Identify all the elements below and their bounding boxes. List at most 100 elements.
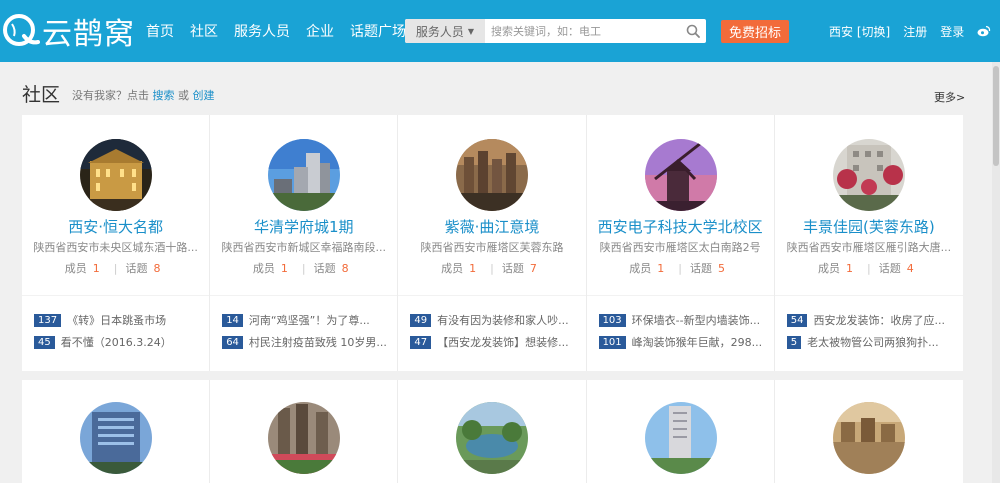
hint-or: 或: [178, 89, 189, 102]
topics-count: 7: [529, 262, 537, 275]
hint-text: 没有我家？点击: [72, 89, 149, 102]
topic-count-badge: 137: [34, 313, 62, 327]
nav-community[interactable]: 社区: [190, 21, 218, 41]
community-name[interactable]: 紫薇·曲江意境: [398, 216, 585, 237]
city-switch[interactable]: 西安 [切换]: [829, 23, 890, 40]
page-scrollbar[interactable]: [992, 62, 1000, 483]
topic-title[interactable]: 《转》日本跳蚤市场: [67, 313, 166, 327]
topic-item[interactable]: 49 有没有因为装修和家人吵...: [410, 313, 579, 327]
members-label: 成员: [441, 262, 464, 275]
search-bar: 服务人员 ▼: [405, 19, 706, 43]
community-photo[interactable]: [456, 139, 529, 211]
topic-title[interactable]: 峰淘装饰猴年巨献，298...: [632, 335, 763, 349]
topic-count-badge: 101: [598, 335, 626, 349]
community-card[interactable]: [587, 380, 775, 483]
nav-home[interactable]: 首页: [146, 21, 174, 41]
topic-title[interactable]: 西安龙发装饰：收房了应...: [813, 313, 945, 327]
topic-title[interactable]: 有没有因为装修和家人吵...: [437, 313, 569, 327]
community-card[interactable]: 西安·恒大名都 陕西省西安市未央区城东酒十路... 成员 1 | 话题 8 137 《转…: [22, 115, 211, 371]
members-count: 1: [469, 262, 477, 275]
logo[interactable]: 云鹊窝: [0, 12, 135, 52]
community-card[interactable]: [210, 380, 399, 483]
community-card[interactable]: 紫薇·曲江意境 陕西省西安市雁塔区芙蓉东路 成员 1 | 话题 7 49 有没有因为装修…: [398, 115, 587, 371]
members-label: 成员: [64, 262, 87, 275]
search-category-label: 服务人员: [415, 24, 464, 39]
search-icon: [686, 24, 700, 38]
community-stats: 成员 1 | 话题 4: [817, 262, 914, 275]
members-count: 1: [657, 262, 665, 275]
members-label: 成员: [817, 262, 840, 275]
topic-title[interactable]: 【西安龙发装饰】想装修...: [437, 335, 569, 349]
user-links: 西安 [切换] 注册 登录: [829, 0, 991, 62]
topic-item[interactable]: 14 河南“鸡坚强”！为了尊...: [222, 313, 391, 327]
topic-item[interactable]: 45 看不懂（2016.3.24）: [34, 335, 203, 349]
community-stats: 成员 1 | 话题 5: [629, 262, 726, 275]
community-photo[interactable]: [268, 139, 341, 211]
more-link[interactable]: 更多>: [934, 89, 965, 105]
community-name[interactable]: 华清学府城1期: [210, 216, 397, 237]
free-bid-button[interactable]: 免费招标: [721, 20, 789, 43]
topic-item[interactable]: 5 老太被物管公司两狼狗扑...: [786, 335, 957, 349]
weibo-icon[interactable]: [977, 25, 991, 37]
members-count: 1: [280, 262, 288, 275]
topics-label: 话题: [125, 262, 148, 275]
community-address: 陕西省西安市新城区幸福路南段...: [221, 241, 387, 254]
topic-item[interactable]: 54 西安龙发装饰：收房了应...: [786, 313, 957, 327]
topic-title[interactable]: 河南“鸡坚强”！为了尊...: [249, 313, 370, 327]
topic-item[interactable]: 101 峰淘装饰猴年巨献，298...: [598, 335, 768, 349]
community-card[interactable]: 西安电子科技大学北校区 陕西省西安市雁塔区太白南路2号 成员 1 | 话题 5 103 …: [586, 115, 775, 371]
community-card[interactable]: 华清学府城1期 陕西省西安市新城区幸福路南段... 成员 1 | 话题 8 14 河南“…: [210, 115, 399, 371]
scroll-thumb[interactable]: [993, 66, 999, 166]
topics-label: 话题: [690, 262, 713, 275]
community-name[interactable]: 西安电子科技大学北校区: [587, 216, 774, 237]
search-link[interactable]: 搜索: [153, 89, 175, 102]
community-photo[interactable]: [268, 402, 341, 474]
community-photo[interactable]: [80, 402, 152, 474]
topic-title[interactable]: 老太被物管公司两狼狗扑...: [807, 335, 939, 349]
nav-service-staff[interactable]: 服务人员: [234, 21, 290, 41]
community-card[interactable]: [22, 380, 211, 483]
search-button[interactable]: [680, 19, 706, 43]
topic-title[interactable]: 村民注射疫苗致残 10岁男...: [249, 335, 387, 349]
topic-count-badge: 14: [222, 313, 243, 327]
community-photo[interactable]: [644, 402, 717, 474]
create-link[interactable]: 创建: [193, 89, 215, 102]
main-nav: 首页 社区 服务人员 企业 话题广场: [138, 0, 414, 62]
topics-count: 5: [718, 262, 726, 275]
community-photo[interactable]: [832, 402, 905, 474]
community-photo[interactable]: [456, 402, 529, 474]
topic-count-badge: 64: [222, 335, 243, 349]
topics-label: 话题: [878, 262, 901, 275]
topic-title[interactable]: 看不懂（2016.3.24）: [61, 335, 172, 349]
topics-count: 8: [153, 262, 161, 275]
community-stats: 成员 1 | 话题 8: [64, 262, 161, 275]
topic-item[interactable]: 103 环保墙衣--新型内墙装饰...: [598, 313, 768, 327]
login-link[interactable]: 登录: [940, 23, 964, 40]
community-photo[interactable]: [644, 139, 717, 211]
community-photo[interactable]: [80, 139, 152, 211]
register-link[interactable]: 注册: [903, 23, 927, 40]
topic-item[interactable]: 137 《转》日本跳蚤市场: [34, 313, 203, 327]
caret-down-icon: ▼: [467, 26, 475, 36]
community-name[interactable]: 丰景佳园(芙蓉东路): [775, 216, 963, 237]
community-photo[interactable]: [832, 139, 905, 211]
community-card[interactable]: [775, 380, 963, 483]
community-card[interactable]: 丰景佳园(芙蓉东路) 陕西省西安市雁塔区雁引路大唐... 成员 1 | 话题 4 54 …: [774, 115, 963, 371]
members-count: 1: [845, 262, 853, 275]
topic-title[interactable]: 环保墙衣--新型内墙装饰...: [632, 313, 760, 327]
top-header: 云鹊窝 首页 社区 服务人员 企业 话题广场 服务人员 ▼ 免费招标 西安 [切…: [0, 0, 1000, 62]
topic-count-badge: 47: [410, 335, 432, 349]
nav-enterprise[interactable]: 企业: [306, 21, 334, 41]
search-input[interactable]: [491, 20, 680, 42]
community-stats: 成员 1 | 话题 8: [252, 262, 349, 275]
topic-item[interactable]: 47 【西安龙发装饰】想装修...: [410, 335, 579, 349]
community-name[interactable]: 西安·恒大名都: [22, 216, 209, 237]
community-stats: 成员 1 | 话题 7: [441, 262, 537, 275]
topic-item[interactable]: 64 村民注射疫苗致残 10岁男...: [222, 335, 391, 349]
topic-count-badge: 54: [786, 313, 808, 327]
community-card[interactable]: [398, 380, 587, 483]
topics-label: 话题: [501, 262, 524, 275]
nav-topic-square[interactable]: 话题广场: [350, 21, 406, 41]
search-category-dropdown[interactable]: 服务人员 ▼: [405, 19, 485, 43]
topic-count-badge: 5: [786, 335, 802, 349]
